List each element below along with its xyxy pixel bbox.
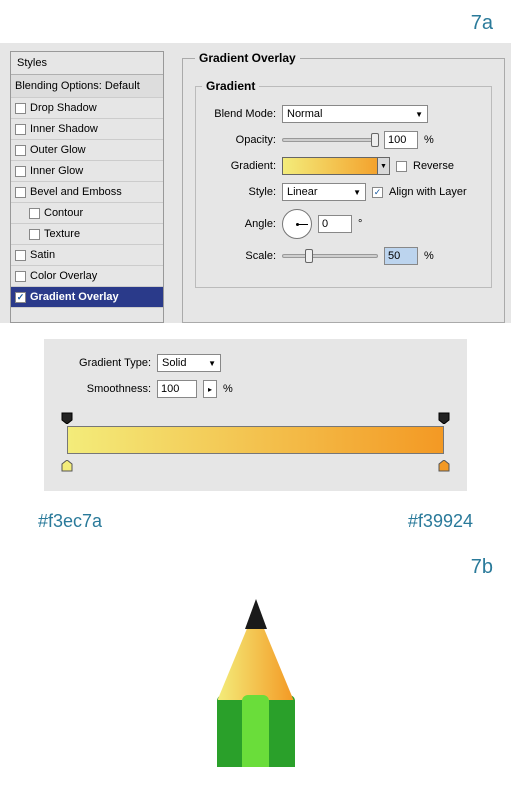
style-row-satin[interactable]: Satin [11, 245, 163, 266]
angle-dial[interactable] [282, 209, 312, 239]
percent-label: % [223, 383, 233, 395]
style-label: Inner Glow [30, 165, 83, 177]
angle-input[interactable]: 0 [318, 215, 352, 233]
gradient-editor: Gradient Type: Solid ▼ Smoothness: 100 ▸… [44, 339, 467, 491]
blend-mode-label: Blend Mode: [202, 108, 276, 120]
gradient-preview[interactable]: ▼ [282, 157, 390, 175]
scale-slider[interactable] [282, 254, 378, 258]
smoothness-dropdown[interactable]: ▸ [203, 380, 217, 398]
gradient-inner-group: Gradient Blend Mode: Normal ▼ Opacity: 1… [195, 79, 492, 288]
checkbox-icon[interactable] [29, 208, 40, 219]
hex-left: #f3ec7a [38, 511, 102, 532]
dropdown-arrow-icon: ▼ [415, 110, 423, 119]
opacity-slider[interactable] [282, 138, 378, 142]
pencil-icon [217, 599, 295, 767]
style-label: Outer Glow [30, 144, 86, 156]
style-row-texture[interactable]: Texture [11, 224, 163, 245]
gradient-overlay-title: Gradient Overlay [195, 51, 300, 65]
checkbox-icon[interactable] [15, 271, 26, 282]
gradient-bar[interactable] [59, 412, 452, 472]
style-label: Texture [44, 228, 80, 240]
style-row-inner-shadow[interactable]: Inner Shadow [11, 119, 163, 140]
smoothness-label: Smoothness: [59, 383, 151, 395]
gradient-subtitle: Gradient [202, 79, 259, 93]
style-label: Drop Shadow [30, 102, 97, 114]
style-row-contour[interactable]: Contour [11, 203, 163, 224]
scale-input[interactable]: 50 [384, 247, 418, 265]
layer-style-dialog: Styles Blending Options: Default Drop Sh… [0, 43, 511, 323]
style-row-gradient-overlay[interactable]: Gradient Overlay [11, 287, 163, 308]
dropdown-arrow-icon: ▸ [208, 385, 212, 394]
checkbox-icon[interactable] [15, 145, 26, 156]
style-row-color-overlay[interactable]: Color Overlay [11, 266, 163, 287]
color-stop-right[interactable] [438, 460, 450, 472]
pencil-barrel [217, 695, 295, 767]
opacity-stop-left[interactable] [61, 412, 73, 424]
reverse-checkbox[interactable] [396, 161, 407, 172]
blending-options-row[interactable]: Blending Options: Default [11, 75, 163, 98]
styles-list: Styles Blending Options: Default Drop Sh… [10, 51, 164, 323]
style-value: Linear [287, 186, 318, 198]
gradient-ramp[interactable] [67, 426, 444, 454]
pencil-preview [0, 587, 511, 797]
style-label: Satin [30, 249, 55, 261]
style-label: Contour [44, 207, 83, 219]
opacity-input[interactable]: 100 [384, 131, 418, 149]
slider-thumb-icon[interactable] [305, 249, 313, 263]
dropdown-arrow-icon[interactable]: ▼ [377, 158, 389, 174]
checkbox-icon[interactable] [15, 103, 26, 114]
opacity-label: Opacity: [202, 134, 276, 146]
checkbox-icon[interactable] [15, 124, 26, 135]
degree-label: ° [358, 218, 362, 230]
checkbox-icon[interactable] [15, 292, 26, 303]
style-select[interactable]: Linear ▼ [282, 183, 366, 201]
blend-mode-select[interactable]: Normal ▼ [282, 105, 428, 123]
color-hex-row: #f3ec7a #f39924 [0, 499, 511, 544]
style-label: Color Overlay [30, 270, 97, 282]
checkbox-icon[interactable] [29, 229, 40, 240]
style-row-drop-shadow[interactable]: Drop Shadow [11, 98, 163, 119]
style-row-bevel-emboss[interactable]: Bevel and Emboss [11, 182, 163, 203]
figure-label-7a: 7a [0, 0, 511, 43]
dropdown-arrow-icon: ▼ [353, 188, 361, 197]
gradient-type-value: Solid [162, 357, 186, 369]
reverse-label: Reverse [413, 160, 454, 172]
styles-header: Styles [11, 52, 163, 75]
checkbox-icon[interactable] [15, 166, 26, 177]
style-label: Bevel and Emboss [30, 186, 122, 198]
hex-right: #f39924 [408, 511, 473, 532]
figure-label-7b: 7b [0, 544, 511, 587]
checkbox-icon[interactable] [15, 250, 26, 261]
style-row-inner-glow[interactable]: Inner Glow [11, 161, 163, 182]
opacity-stop-right[interactable] [438, 412, 450, 424]
scale-label: Scale: [202, 250, 276, 262]
gradient-type-label: Gradient Type: [59, 357, 151, 369]
gradient-type-select[interactable]: Solid ▼ [157, 354, 221, 372]
color-stop-left[interactable] [61, 460, 73, 472]
gradient-overlay-group: Gradient Overlay Gradient Blend Mode: No… [182, 51, 505, 323]
percent-label: % [424, 250, 434, 262]
percent-label: % [424, 134, 434, 146]
style-row-outer-glow[interactable]: Outer Glow [11, 140, 163, 161]
style-label: Style: [202, 186, 276, 198]
smoothness-input[interactable]: 100 [157, 380, 197, 398]
pencil-tip [245, 599, 267, 629]
style-label: Gradient Overlay [30, 291, 119, 303]
slider-thumb-icon[interactable] [371, 133, 379, 147]
checkbox-icon[interactable] [15, 187, 26, 198]
style-label: Inner Shadow [30, 123, 98, 135]
angle-label: Angle: [202, 218, 276, 230]
blend-mode-value: Normal [287, 108, 322, 120]
align-checkbox[interactable] [372, 187, 383, 198]
align-label: Align with Layer [389, 186, 467, 198]
dropdown-arrow-icon: ▼ [208, 359, 216, 368]
gradient-label: Gradient: [202, 160, 276, 172]
